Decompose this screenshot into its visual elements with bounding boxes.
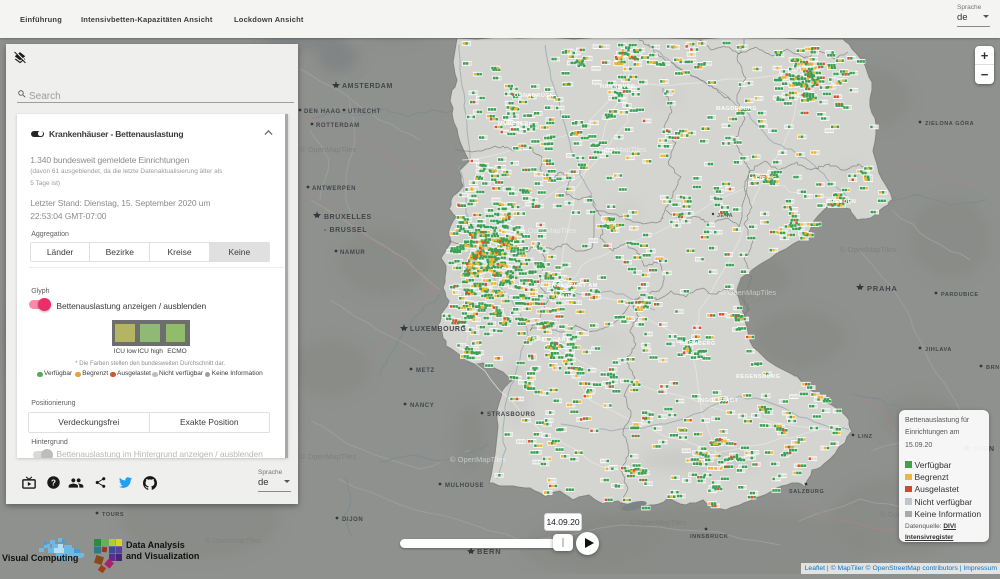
svg-text:and Visualization: and Visualization: [126, 551, 199, 561]
svg-text:SALZBURG: SALZBURG: [789, 489, 824, 495]
svg-text:?: ?: [51, 478, 56, 487]
svg-text:© OpenMapTiles: © OpenMapTiles: [300, 452, 356, 461]
svg-text:Visual Computing: Visual Computing: [2, 553, 78, 563]
svg-text:PRAHA: PRAHA: [867, 284, 898, 293]
svg-text:PARDUBICE: PARDUBICE: [941, 292, 979, 298]
svg-text:DRESDEN: DRESDEN: [826, 199, 856, 205]
svg-text:TOURS: TOURS: [102, 512, 124, 518]
svg-text:STRASBOURG: STRASBOURG: [487, 412, 536, 418]
svg-text:JENA: JENA: [717, 213, 733, 219]
svg-text:MULHOUSE: MULHOUSE: [445, 483, 484, 489]
svg-text:© OpenMapTiles: © OpenMapTiles: [590, 145, 646, 154]
svg-text:BRUXELLES: BRUXELLES: [324, 214, 372, 221]
svg-text:STUTTGART: STUTTGART: [532, 337, 570, 343]
svg-text:ZIELONA GÓRA: ZIELONA GÓRA: [925, 119, 974, 127]
svg-text:MAGDEBURG: MAGDEBURG: [716, 106, 757, 112]
svg-text:INGOLSTADT: INGOLSTADT: [698, 398, 738, 404]
svg-text:NANCY: NANCY: [410, 403, 434, 409]
svg-text:LINZ: LINZ: [858, 434, 873, 440]
svg-text:NÜRNBERG: NÜRNBERG: [680, 340, 716, 347]
svg-text:REGENSBURG: REGENSBURG: [736, 374, 780, 380]
svg-text:BERN: BERN: [477, 547, 501, 556]
svg-text:LUXEMBOURG: LUXEMBOURG: [410, 326, 467, 333]
svg-text:- BRUSSEL: - BRUSSEL: [324, 227, 367, 234]
svg-text:© OpenMapTiles: © OpenMapTiles: [300, 145, 356, 154]
svg-text:HANNOVER: HANNOVER: [600, 84, 635, 90]
svg-text:MAIN: MAIN: [556, 294, 572, 300]
svg-text:LEIPZIG: LEIPZIG: [752, 176, 777, 182]
svg-text:ROTTERDAM: ROTTERDAM: [316, 123, 360, 129]
svg-text:BRNO: BRNO: [986, 365, 1000, 371]
svg-text:© OpenMapTiles: © OpenMapTiles: [840, 245, 896, 254]
svg-text:JIHLAVA: JIHLAVA: [925, 347, 952, 353]
svg-text:DIJON: DIJON: [342, 517, 363, 523]
svg-text:DEN HAAG: DEN HAAG: [304, 109, 341, 115]
svg-text:INNSBRUCK: INNSBRUCK: [690, 534, 728, 540]
svg-text:© OpenMapTiles: © OpenMapTiles: [720, 288, 776, 297]
svg-text:FRANKFURT AM: FRANKFURT AM: [548, 283, 598, 289]
svg-text:METZ: METZ: [416, 368, 435, 374]
svg-text:AMSTERDAM: AMSTERDAM: [342, 83, 393, 90]
svg-text:© OpenMapTiles: © OpenMapTiles: [520, 226, 576, 235]
svg-text:© OpenMapTiles: © OpenMapTiles: [450, 455, 506, 464]
svg-text:UTRECHT: UTRECHT: [348, 109, 381, 115]
svg-text:MÜNSTER: MÜNSTER: [498, 120, 529, 127]
svg-text:NAMUR: NAMUR: [340, 250, 365, 256]
svg-text:OSNABRÜCK: OSNABRÜCK: [514, 92, 554, 99]
svg-text:ANTWERPEN: ANTWERPEN: [312, 186, 356, 192]
svg-text:© OpenMapTiles: © OpenMapTiles: [630, 518, 686, 527]
svg-text:Data Analysis: Data Analysis: [126, 540, 185, 550]
